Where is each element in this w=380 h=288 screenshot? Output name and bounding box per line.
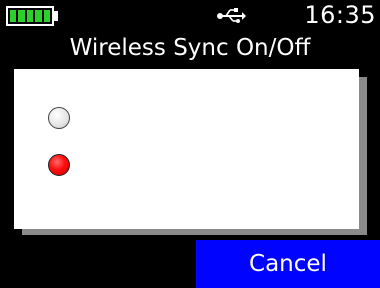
option-wireless-sync-on[interactable]: Wireless Sync ON — [48, 102, 273, 134]
cancel-button[interactable]: Cancel — [196, 240, 380, 288]
status-bar: 16:35 — [0, 0, 380, 30]
radio-selected-icon[interactable] — [48, 154, 70, 176]
page-title: Wireless Sync On/Off — [69, 35, 311, 61]
battery-cell — [18, 10, 25, 22]
option-label: Wireless Sync ON — [80, 105, 273, 131]
battery-cell — [10, 10, 17, 22]
radio-unselected-icon[interactable] — [48, 107, 70, 129]
battery-cell — [26, 10, 34, 22]
option-no-sync[interactable]: No Sync — [48, 149, 170, 181]
battery-icon — [6, 6, 54, 26]
battery-cell — [43, 10, 51, 22]
option-label: No Sync — [80, 152, 170, 178]
battery-tip — [54, 11, 58, 21]
usb-icon — [217, 8, 246, 23]
battery-cell — [35, 10, 42, 22]
clock: 16:35 — [304, 1, 376, 29]
